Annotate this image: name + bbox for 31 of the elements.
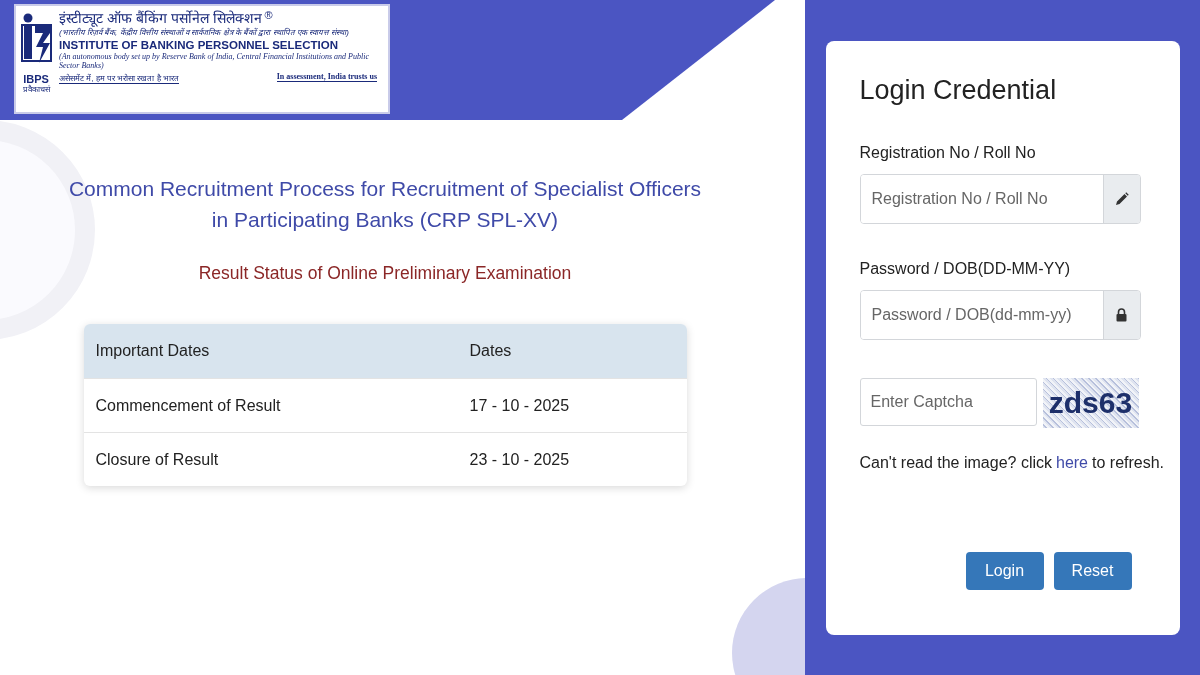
registered-mark: ®: [264, 9, 273, 21]
field-label: Password / DOB(DD-MM-YY): [859, 259, 1072, 278]
form-button[interactable]: Reset: [1053, 551, 1132, 590]
column-header: Important Dates: [83, 324, 458, 379]
logo-english-subtitle: (An autonomous body set up by Reserve Bank of India, Central Financial Institutions and Public Sector Banks): [59, 52, 370, 70]
logo-hindi-tagline: असेसमेंट में, हम पर भरोसा रखता है भारत: [59, 72, 179, 84]
pencil-icon: [1114, 191, 1129, 206]
logo-hindi-abbreviation: प्रवैकाचसं: [22, 85, 50, 95]
logo-hindi-name: इंस्टीट्यूट ऑफ बैंकिंग पर्सोनेल सिलेक्शन: [59, 9, 262, 27]
field-label: Registration No / Roll No: [859, 143, 1037, 162]
captcha-field[interactable]: Enter Captcha: [859, 377, 1037, 426]
logo-abbreviation: IBPS: [23, 73, 49, 85]
table-cell: 17 - 10 - 2025: [457, 378, 687, 433]
refresh-link[interactable]: here: [1056, 453, 1088, 472]
logo-english-tagline: In assessment, India trusts us: [276, 72, 377, 82]
column-header: Dates: [457, 324, 687, 379]
table-cell: Closure of Result: [83, 432, 458, 486]
logo-hindi-subtitle: (भारतीय रिज़र्व बैंक, केंद्रीय वित्तीय संस्थाओं व सार्वजनिक क्षेत्र के बैंकों द्वारा स्थापित एक स्वायत्त संस्था): [59, 27, 350, 38]
input-field[interactable]: Password / DOB(dd-mm-yy): [859, 289, 1141, 340]
table-cell: 23 - 10 - 2025: [457, 432, 687, 486]
form-button[interactable]: Login: [965, 551, 1044, 590]
refresh-note: Can't read the image? click: [859, 453, 1052, 472]
login-title: Login Credential: [859, 74, 1058, 106]
lock-icon: [1116, 307, 1127, 322]
input-field[interactable]: Registration No / Roll No: [859, 173, 1141, 224]
page-subtitle: Result Status of Online Preliminary Examination: [198, 263, 572, 284]
table-cell: Commencement of Result: [83, 378, 458, 433]
refresh-note: to refresh.: [1092, 453, 1165, 472]
captcha-image: zds63: [1042, 377, 1139, 428]
logo-english-name: INSTITUTE OF BANKING PERSONNEL SELECTION: [59, 38, 339, 52]
page-title: Common Recruitment Process for Recruitment of Specialist Officers in Participating Banks (CRP SPL-XV): [67, 176, 703, 233]
